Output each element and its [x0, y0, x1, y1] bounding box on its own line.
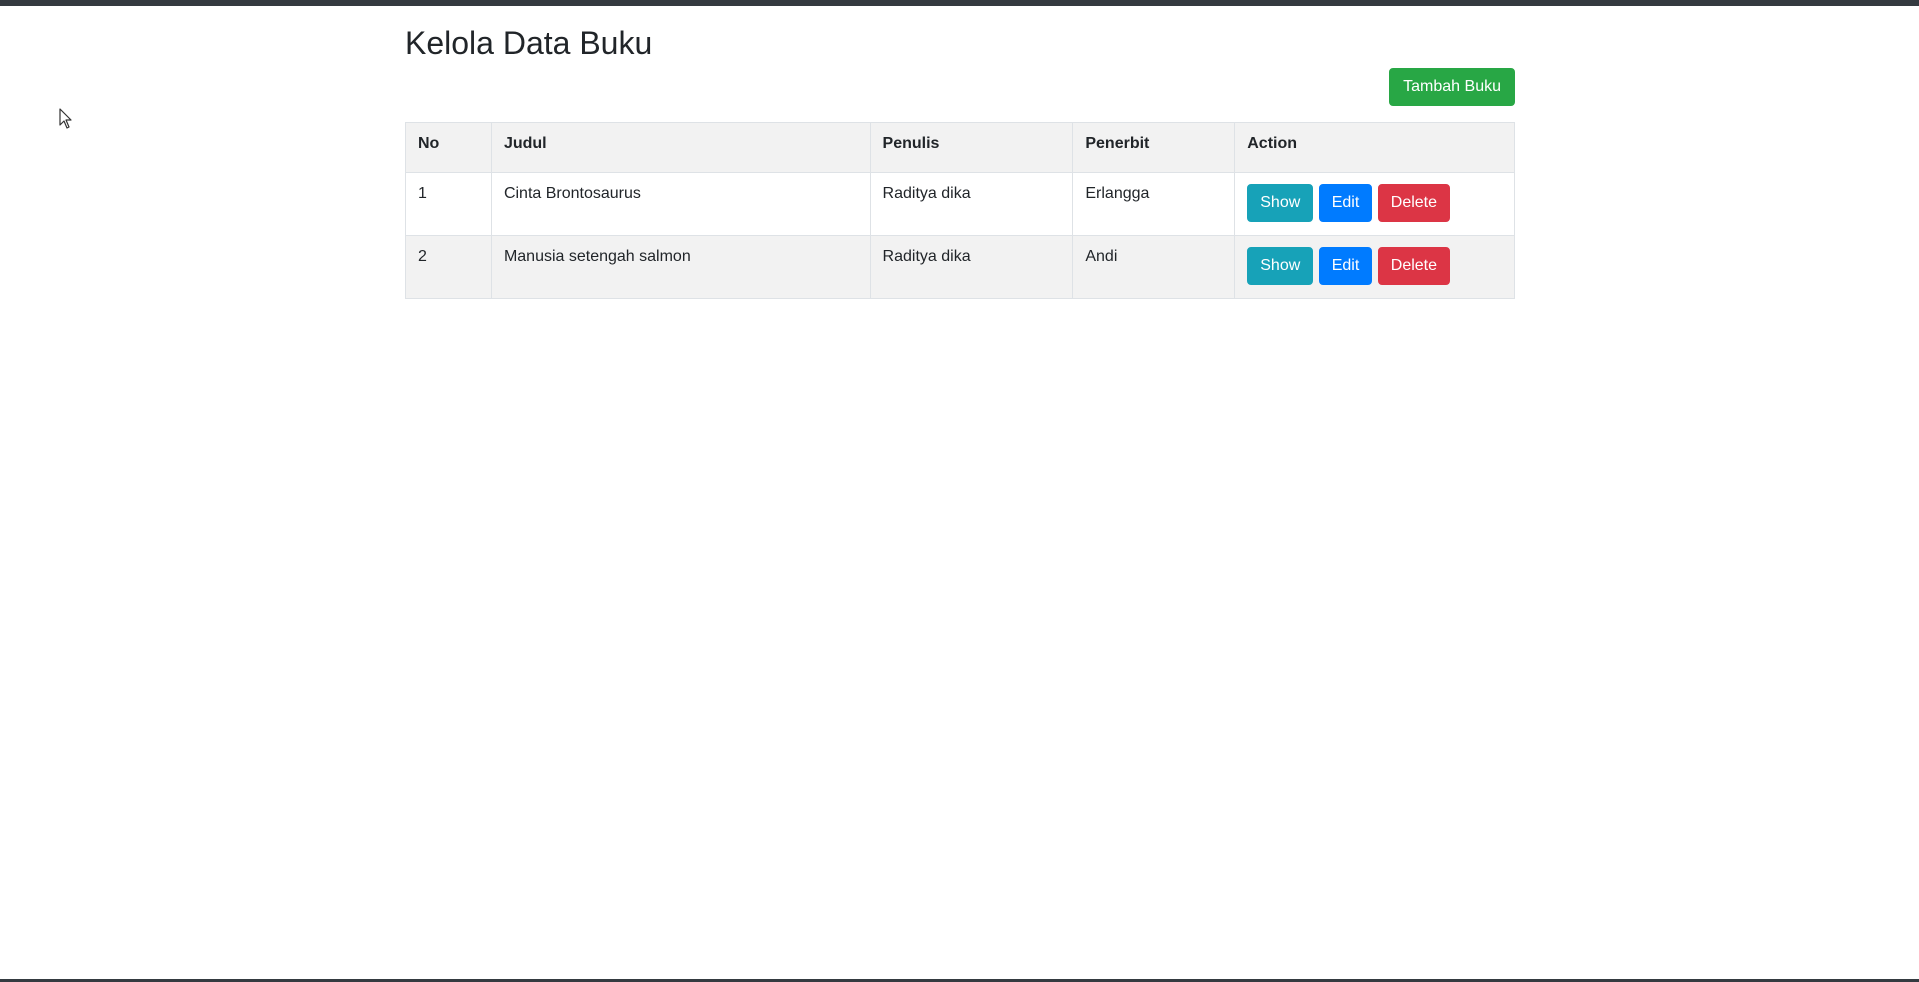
page-title: Kelola Data Buku	[405, 25, 653, 61]
cell-penerbit: Erlangga	[1072, 172, 1236, 236]
edit-button[interactable]: Edit	[1318, 247, 1373, 285]
cell-judul: Manusia setengah salmon	[490, 235, 871, 299]
mouse-pointer-icon	[59, 108, 72, 129]
show-button[interactable]: Show	[1247, 184, 1314, 222]
table-row: 2 Manusia setengah salmon Raditya dika A…	[405, 235, 1515, 299]
show-button[interactable]: Show	[1247, 247, 1314, 285]
delete-button[interactable]: Delete	[1377, 184, 1451, 222]
cell-penulis: Raditya dika	[869, 172, 1074, 236]
cell-judul: Cinta Brontosaurus	[490, 172, 871, 236]
books-table: No Judul Penulis Penerbit Action 1 Cinta…	[405, 122, 1515, 299]
table-header-row: No Judul Penulis Penerbit Action	[405, 122, 1515, 173]
header-penulis: Penulis	[869, 122, 1074, 173]
header-judul: Judul	[490, 122, 871, 173]
edit-button[interactable]: Edit	[1318, 184, 1373, 222]
cell-penerbit: Andi	[1072, 235, 1236, 299]
table-row: 1 Cinta Brontosaurus Raditya dika Erlang…	[405, 172, 1515, 236]
cell-no: 1	[405, 172, 492, 236]
add-book-button[interactable]: Tambah Buku	[1389, 68, 1515, 106]
window-top-bar	[0, 0, 1919, 6]
header-no: No	[405, 122, 492, 173]
cell-penulis: Raditya dika	[869, 235, 1074, 299]
header-action: Action	[1234, 122, 1515, 173]
delete-button[interactable]: Delete	[1377, 247, 1451, 285]
header-penerbit: Penerbit	[1072, 122, 1236, 173]
cell-no: 2	[405, 235, 492, 299]
cell-action: Show Edit Delete	[1234, 172, 1515, 236]
cell-action: Show Edit Delete	[1234, 235, 1515, 299]
